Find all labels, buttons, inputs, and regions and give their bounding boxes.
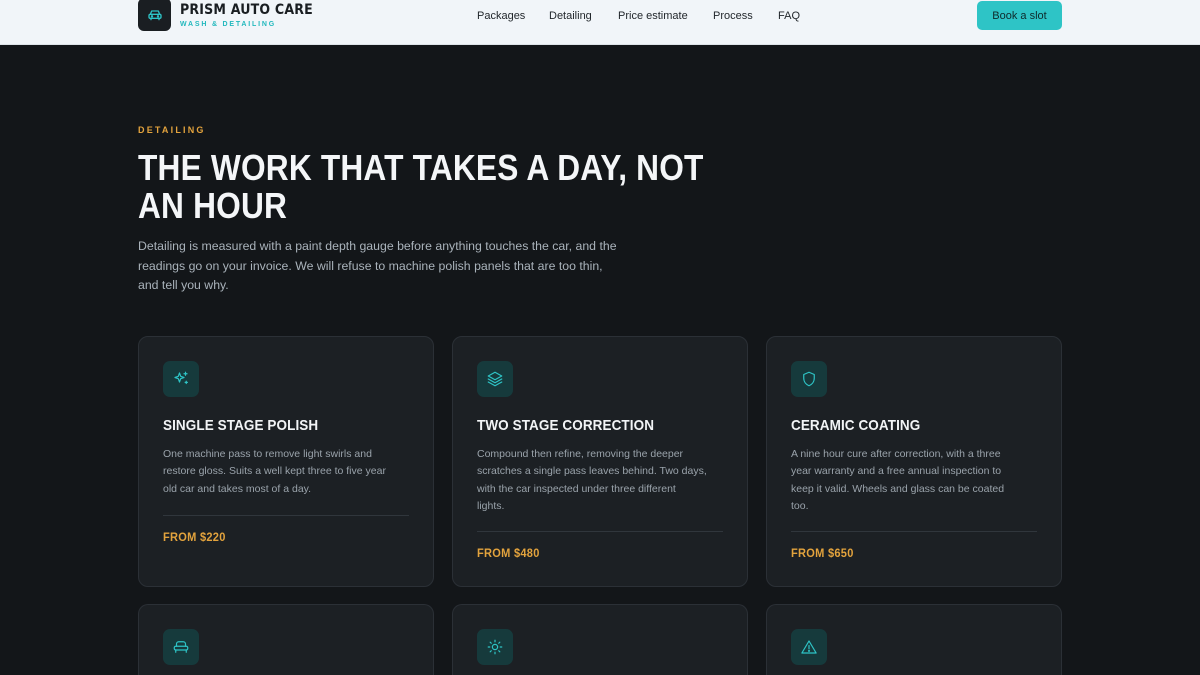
shield-icon bbox=[791, 361, 827, 397]
card-description-line: too. bbox=[791, 500, 809, 513]
card-description: A nine hour cure after correction, with … bbox=[791, 446, 1046, 516]
card-description: One machine pass to remove light swirls … bbox=[163, 446, 418, 498]
title-line: THE WORK THAT TAKES A DAY, NOT bbox=[138, 147, 704, 188]
service-card-single-stage-polish[interactable]: SINGLE STAGE POLISH One machine pass to … bbox=[138, 336, 434, 587]
card-description: Compound then refine, removing the deepe… bbox=[477, 446, 732, 516]
service-card-headlight[interactable] bbox=[452, 604, 748, 675]
nav-link-detailing[interactable]: Detailing bbox=[549, 9, 592, 23]
service-card-warning[interactable] bbox=[766, 604, 1062, 675]
warning-icon bbox=[791, 629, 827, 665]
card-description-line: year warranty and a free annual inspecti… bbox=[791, 465, 1002, 478]
card-title: SINGLE STAGE POLISH bbox=[163, 417, 319, 434]
card-divider bbox=[791, 531, 1037, 532]
card-description-line: with the car inspected under three diffe… bbox=[477, 482, 676, 495]
intro-paragraph: Detailing is measured with a paint depth… bbox=[138, 237, 658, 296]
card-description-line: A nine hour cure after correction, with … bbox=[791, 448, 1001, 460]
sun-icon bbox=[477, 629, 513, 665]
card-title: TWO STAGE CORRECTION bbox=[477, 417, 655, 434]
seat-icon bbox=[163, 629, 199, 665]
book-slot-button[interactable]: Book a slot bbox=[977, 1, 1062, 30]
nav-link-price-estimate[interactable]: Price estimate bbox=[618, 9, 688, 23]
card-title: CERAMIC COATING bbox=[791, 417, 921, 434]
card-description-line: keep it valid. Wheels and glass can be c… bbox=[791, 482, 1005, 495]
card-price: FROM $650 bbox=[791, 546, 854, 560]
section-eyebrow: DETAILING bbox=[138, 125, 206, 135]
card-description-line: One machine pass to remove light swirls … bbox=[163, 448, 372, 460]
service-card-two-stage-correction[interactable]: TWO STAGE CORRECTION Compound then refin… bbox=[452, 336, 748, 587]
service-card-interior[interactable] bbox=[138, 604, 434, 675]
nav-link-faq[interactable]: FAQ bbox=[778, 9, 800, 23]
card-price: FROM $480 bbox=[477, 546, 540, 560]
card-description-line: old car and takes most of a day. bbox=[163, 482, 312, 495]
service-card-ceramic-coating[interactable]: CERAMIC COATING A nine hour cure after c… bbox=[766, 336, 1062, 587]
card-divider bbox=[163, 515, 409, 516]
top-navigation-bar: PRISM AUTO CARE WASH & DETAILING Package… bbox=[0, 0, 1200, 45]
card-divider bbox=[477, 531, 723, 532]
title-line: AN HOUR bbox=[138, 185, 288, 226]
card-description-line: Compound then refine, removing the deepe… bbox=[477, 448, 684, 460]
nav-link-packages[interactable]: Packages bbox=[477, 9, 525, 23]
card-description-line: lights. bbox=[477, 500, 505, 513]
intro-line: readings go on your invoice. We will ref… bbox=[138, 258, 603, 273]
card-description-line: scratches a single pass leaves behind. T… bbox=[477, 465, 707, 478]
intro-line: Detailing is measured with a paint depth… bbox=[138, 239, 617, 253]
layers-icon bbox=[477, 361, 513, 397]
sparkles-icon bbox=[163, 361, 199, 397]
card-description-line: restore gloss. Suits a well kept three t… bbox=[163, 465, 386, 478]
intro-line: and tell you why. bbox=[138, 278, 229, 292]
nav-link-process[interactable]: Process bbox=[713, 9, 753, 23]
card-price: FROM $220 bbox=[163, 530, 226, 544]
page-title: THE WORK THAT TAKES A DAY, NOT AN HOUR bbox=[138, 147, 704, 226]
